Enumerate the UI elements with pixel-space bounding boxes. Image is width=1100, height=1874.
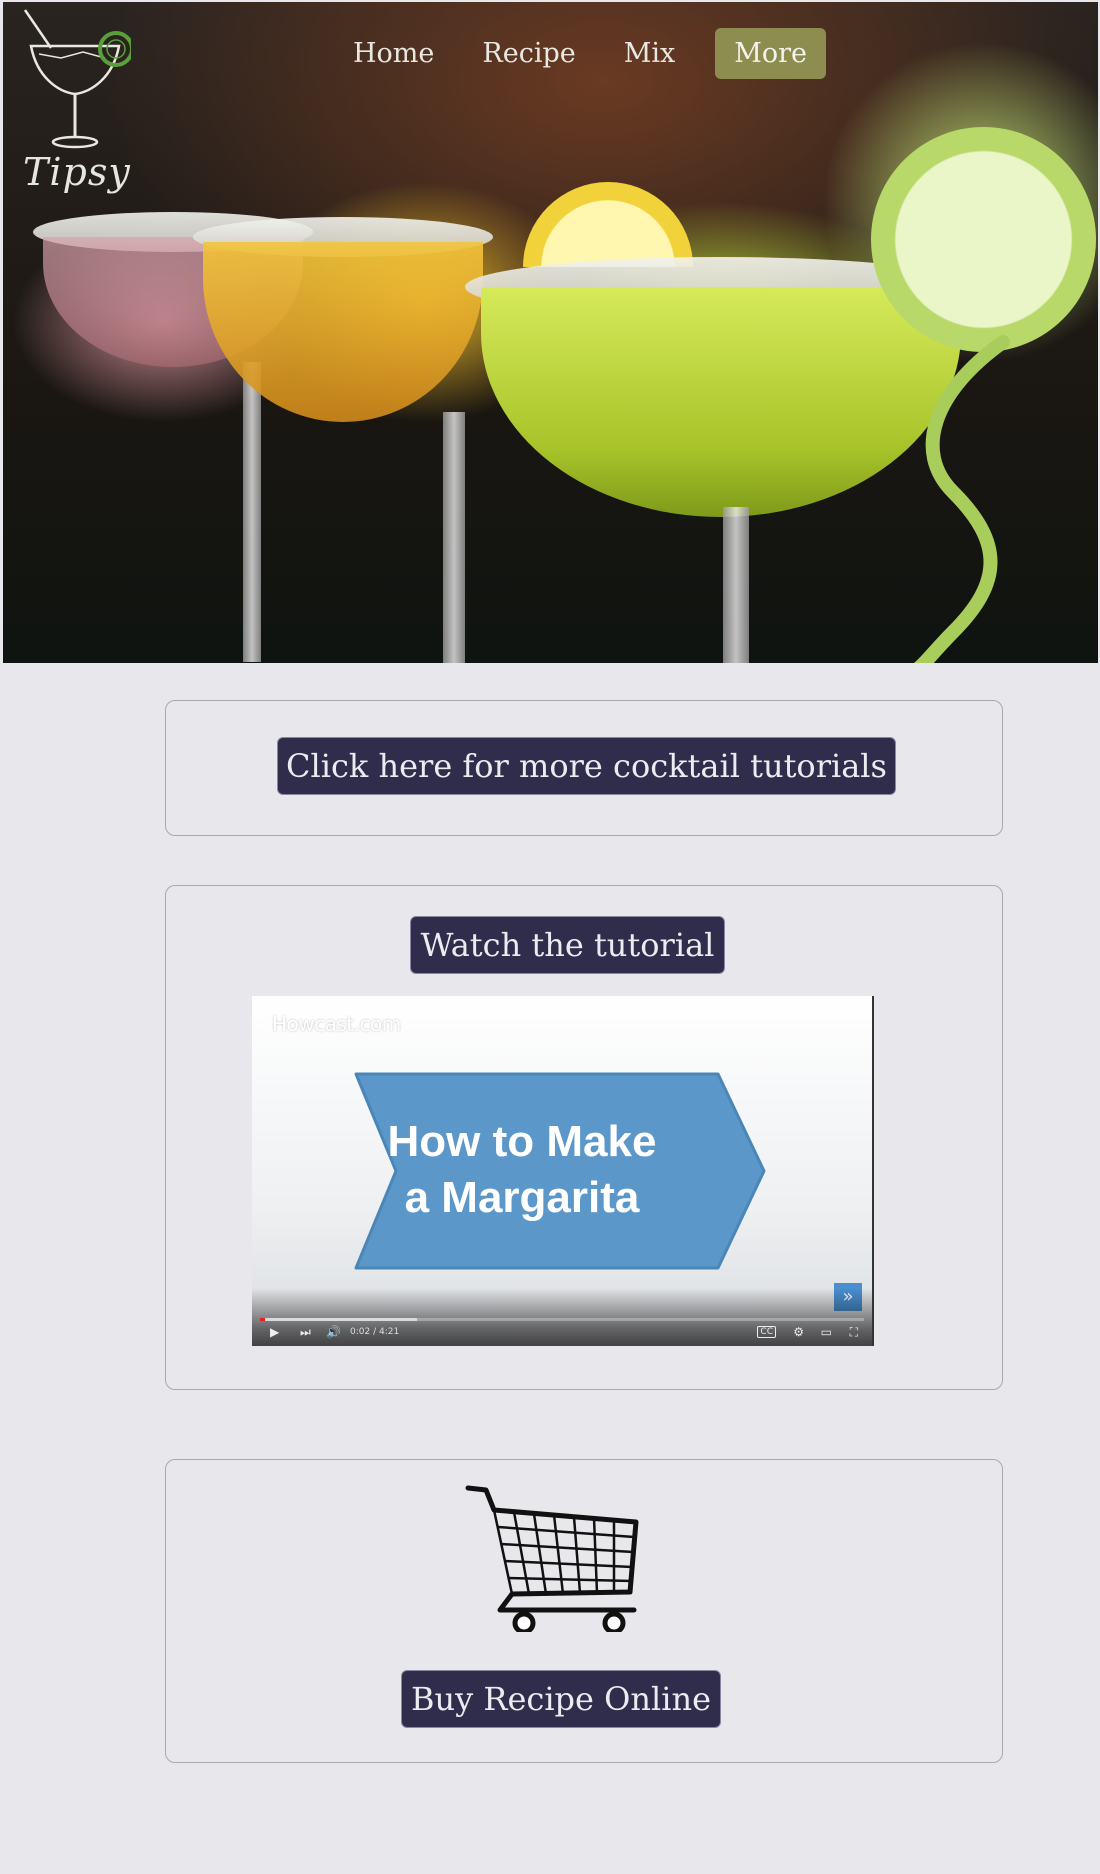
captions-icon[interactable]: CC <box>757 1326 776 1338</box>
nav-item-more[interactable]: More <box>715 28 827 79</box>
play-icon[interactable]: ▶ <box>270 1324 279 1340</box>
brand-name: Tipsy <box>23 150 131 194</box>
glass-bowl-front <box>481 287 961 517</box>
more-tutorials-button[interactable]: Click here for more cocktail tutorials <box>277 737 896 795</box>
glass-stem-middle <box>443 412 465 663</box>
buy-card: Buy Recipe Online <box>165 1459 1003 1763</box>
video-progress-fill <box>260 1318 265 1321</box>
nav-item-mix[interactable]: Mix <box>624 38 676 69</box>
lime-peel-twist <box>913 335 1010 663</box>
settings-gear-icon[interactable]: ⚙ <box>793 1324 804 1340</box>
volume-icon[interactable]: 🔊 <box>326 1324 341 1340</box>
watch-tutorial-button[interactable]: Watch the tutorial <box>410 916 725 974</box>
lime-slice <box>871 127 1096 352</box>
video-player[interactable]: Howcast.com How to Make a Margarita » ▶ … <box>252 996 874 1346</box>
tutorials-card: Click here for more cocktail tutorials <box>165 700 1003 836</box>
lemon-slice <box>523 182 693 267</box>
nav-item-home[interactable]: Home <box>353 38 434 69</box>
video-progress-bar[interactable] <box>260 1318 864 1321</box>
video-watermark: Howcast.com <box>272 1012 401 1036</box>
video-buffer-fill <box>260 1318 418 1321</box>
buy-recipe-button[interactable]: Buy Recipe Online <box>401 1670 721 1728</box>
glass-stem-front <box>723 507 749 663</box>
video-card: Watch the tutorial Howcast.com How to Ma… <box>165 885 1003 1390</box>
next-icon[interactable]: ⏭ <box>300 1324 311 1340</box>
theater-mode-icon[interactable]: ▭ <box>821 1324 832 1340</box>
hero-banner: Tipsy Home Recipe Mix More <box>3 2 1098 663</box>
nav-item-recipe[interactable]: Recipe <box>482 38 575 69</box>
video-title: How to Make a Margarita <box>352 1114 692 1226</box>
fullscreen-icon[interactable]: ⛶ <box>850 1324 858 1340</box>
video-time: 0:02 / 4:21 <box>350 1327 400 1337</box>
glass-stem-left <box>243 362 261 662</box>
video-controls: ▶ ⏭ 🔊 0:02 / 4:21 CC ⚙ ▭ ⛶ <box>252 1288 872 1346</box>
main-nav: Home Recipe Mix More <box>353 28 827 79</box>
video-title-line1: How to Make <box>387 1117 657 1166</box>
shopping-cart-icon[interactable] <box>464 1482 644 1632</box>
video-title-line2: a Margarita <box>404 1173 640 1222</box>
